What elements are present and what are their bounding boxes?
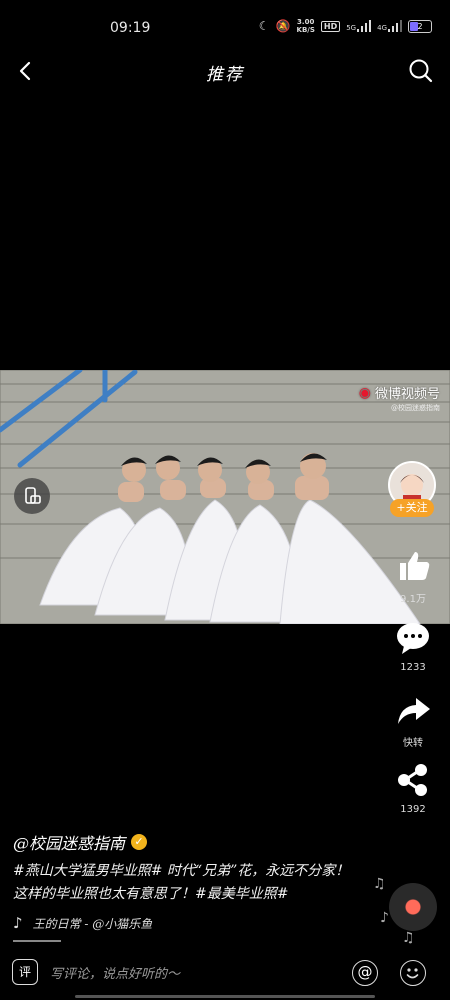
signal-icon	[357, 20, 372, 32]
signal-icon	[388, 20, 402, 32]
emoji-smile-icon	[406, 968, 419, 979]
mute-icon: 🔕	[275, 19, 291, 33]
forward-button[interactable]: 快转	[388, 692, 438, 749]
comment-button[interactable]: 1233	[388, 620, 438, 673]
floating-note-icon: ♫	[373, 876, 386, 892]
comment-bubble-icon	[397, 623, 429, 654]
author-avatar-group: +关注	[388, 461, 438, 519]
video-watermark: ◉ 微博视频号 @校园迷惑指南	[359, 383, 440, 413]
mention-at-button[interactable]: @	[352, 960, 378, 986]
hd-badge: HD	[320, 20, 341, 32]
comment-count: 1233	[400, 662, 426, 673]
thumbs-up-icon	[400, 552, 430, 580]
rotate-screen-icon	[25, 487, 41, 504]
signal-5g: 5G	[346, 20, 372, 32]
battery-icon: 2	[408, 19, 432, 33]
forward-arrow-icon	[398, 698, 430, 724]
bottom-bar: 评 写评论，说点好听的～ @	[0, 947, 450, 1000]
status-icons: ☾ 🔕 3.00 KB/S HD 5G 4G 2	[259, 18, 432, 34]
like-count: 9.1万	[400, 594, 426, 605]
top-nav: 推荐	[0, 48, 450, 94]
signal-4g: 4G	[377, 20, 402, 32]
video-player[interactable]: ◉ 微博视频号 @校园迷惑指南	[0, 370, 450, 624]
share-icon	[398, 764, 427, 796]
floating-note-icon: ♫	[402, 930, 415, 946]
search-icon	[409, 59, 433, 83]
network-speed: 3.00 KB/S	[296, 18, 315, 34]
search-button[interactable]	[406, 56, 436, 86]
watermark-title: 微博视频号	[374, 387, 440, 402]
weibo-logo-icon: ◉	[358, 384, 371, 401]
share-button[interactable]: 1392	[388, 762, 438, 815]
comment-input[interactable]: 写评论，说点好听的～	[50, 963, 180, 982]
post-caption[interactable]: #燕山大学猛男毕业照# 时代“兄弟”花，永远不分家！这样的毕业照也太有意思了！#…	[13, 860, 358, 906]
verified-badge-icon: ✓	[131, 834, 148, 850]
floating-note-icon: ♪	[380, 910, 389, 926]
music-note-icon: ♪	[13, 914, 23, 932]
author-name[interactable]: @校园迷惑指南	[13, 830, 125, 854]
fullscreen-rotate-button[interactable]	[14, 478, 50, 514]
home-indicator	[75, 995, 375, 998]
emoji-button[interactable]	[400, 960, 426, 986]
moon-icon: ☾	[258, 19, 270, 33]
author-name-row[interactable]: @校园迷惑指南 ✓	[13, 830, 148, 854]
comment-compose-icon[interactable]: 评	[12, 959, 38, 985]
status-time: 09:19	[110, 20, 151, 36]
music-row[interactable]: ♪ 王的日常 - @小猫乐鱼	[13, 914, 152, 932]
watermark-subtitle: @校园迷惑指南	[391, 404, 440, 412]
status-bar: 09:19 ☾ 🔕 3.00 KB/S HD 5G 4G 2	[0, 0, 450, 48]
music-title[interactable]: 王的日常 - @小猫乐鱼	[33, 915, 153, 932]
playback-progress[interactable]	[13, 940, 61, 942]
page-title: 推荐	[206, 65, 244, 85]
follow-button[interactable]: +关注	[390, 499, 434, 517]
share-count: 1392	[400, 804, 426, 815]
music-disc-button[interactable]	[389, 883, 437, 931]
like-button[interactable]: 9.1万	[388, 548, 438, 605]
forward-label: 快转	[403, 738, 423, 749]
